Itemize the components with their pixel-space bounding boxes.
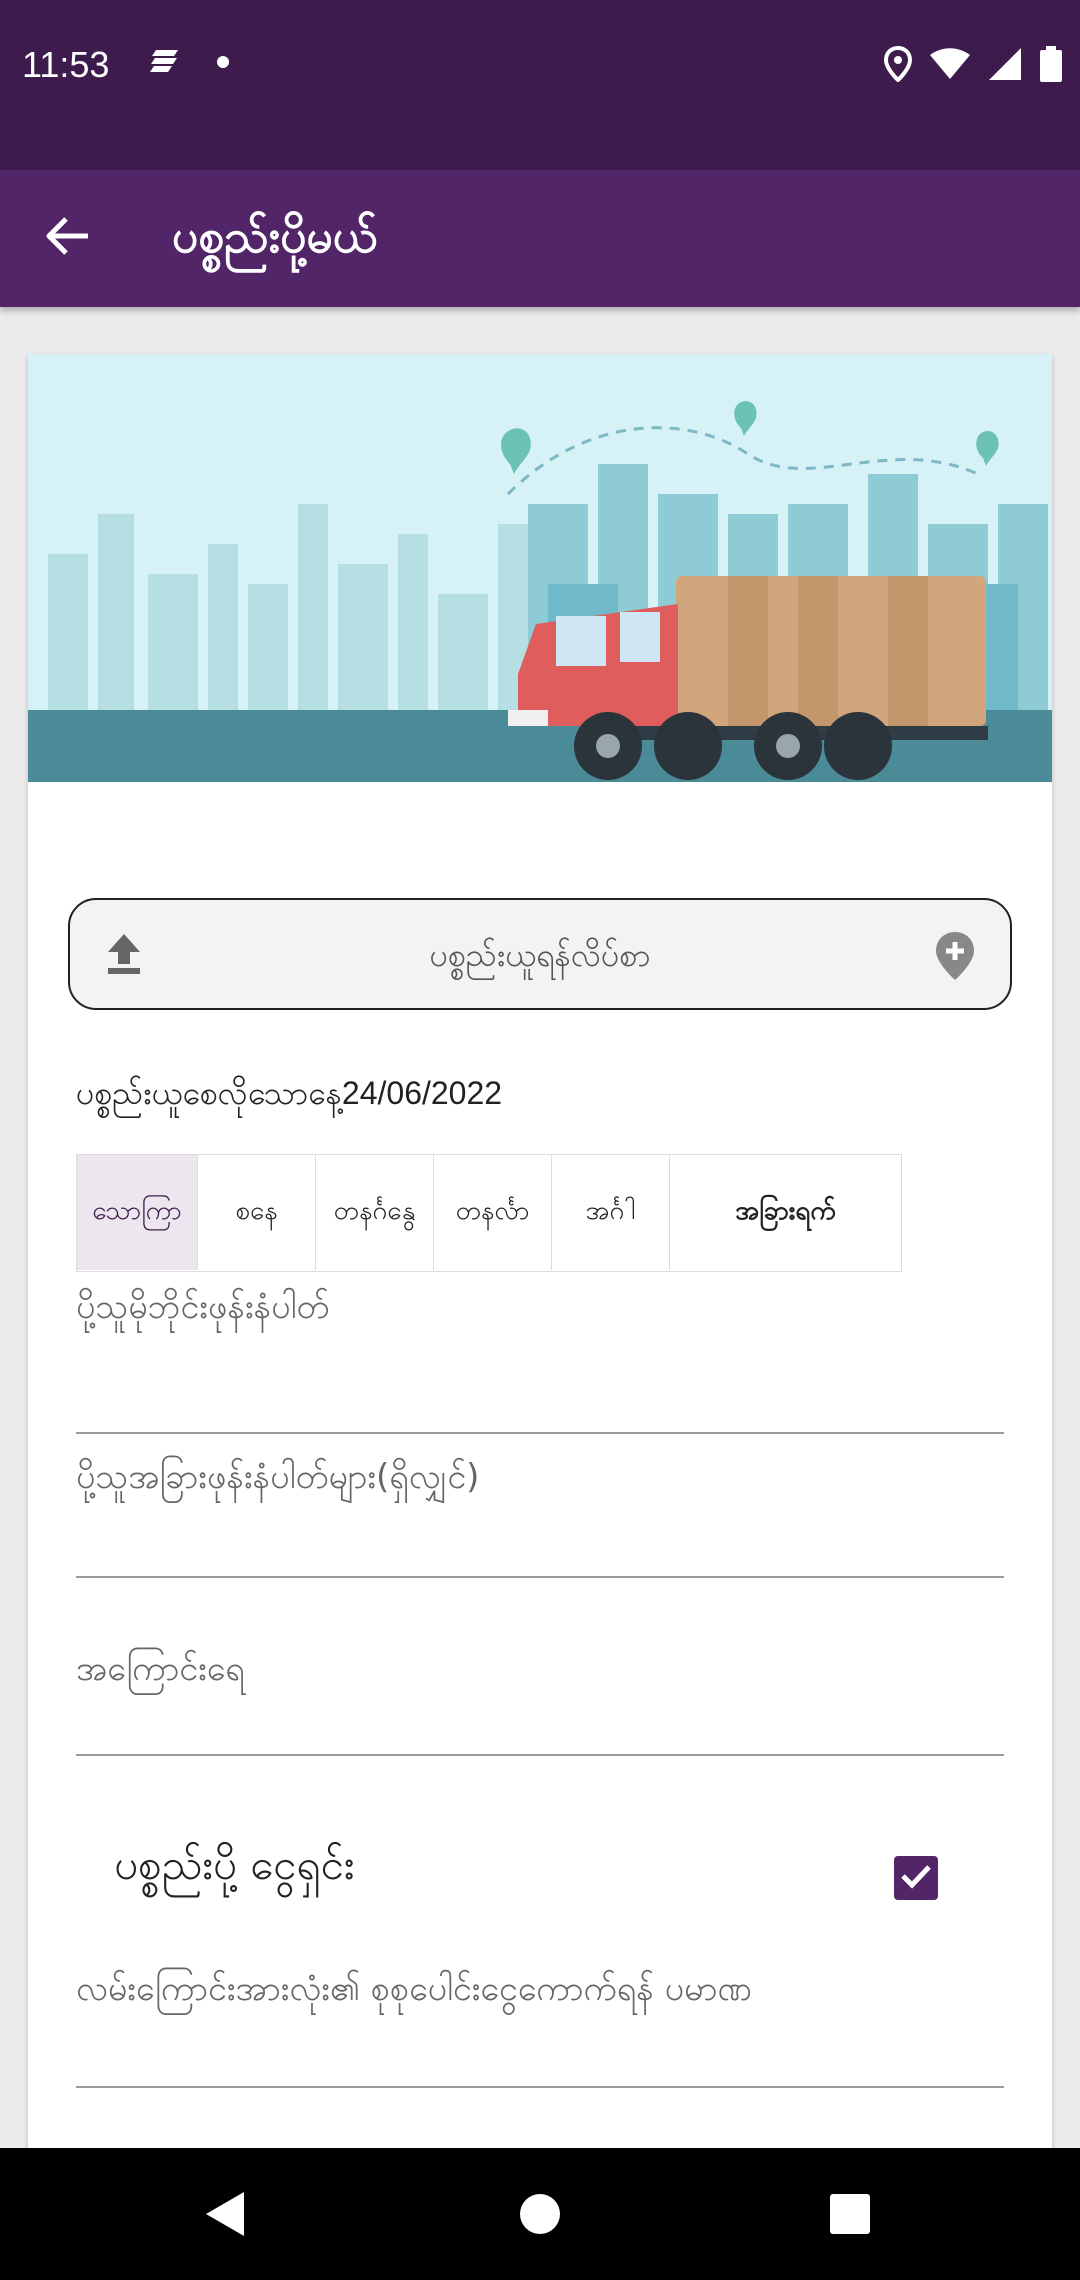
back-triangle-icon[interactable] [196,2184,256,2244]
pickup-date: ပစ္စည်းယူစေလိုသောနေ့24/06/2022 [76,1072,502,1120]
sender-other-phone-field[interactable]: ပို့သူအခြားဖုန်းနံပါတ်များ(ရှိလျှင်) [76,1434,1004,1578]
cod-label: ပစ္စည်းပို့ ငွေရှင်း [114,1840,355,1889]
system-nav-bar [0,2148,1080,2280]
page-title: ပစ္စည်းပို့မယ် [172,209,378,263]
tab-friday[interactable]: သောကြာ [77,1155,198,1270]
pickup-date-label: ပစ္စည်းယူစေလိုသောနေ့ [76,1074,342,1112]
add-circle-icon[interactable] [934,930,976,986]
arrow-left-icon [46,216,90,260]
shipment-form-card: ပစ္စည်းယူရန်လိပ်စာ ပစ္စည်းယူစေလိုသောနေ့2… [28,354,1052,2254]
pickup-date-value: 24/06/2022 [341,1075,503,1111]
status-right-icons [883,45,1062,86]
check-icon [900,1863,932,1893]
tab-saturday[interactable]: စနေ [198,1155,316,1270]
sender-phone-field[interactable]: ပို့သူမိုဘိုင်းဖုန်းနံပါတ် [76,1284,1004,1434]
location-icon [883,45,913,86]
pickup-address-button[interactable]: ပစ္စည်းယူရန်လိပ်စာ [68,898,1012,1010]
tab-other-day[interactable]: အခြားရက် [670,1155,901,1270]
sender-phone-placeholder: ပို့သူမိုဘိုင်းဖုန်းနံပါတ် [76,1287,330,1327]
cod-checkbox[interactable] [894,1856,938,1900]
tab-monday[interactable]: တနင်္လာ [434,1155,552,1270]
delivery-truck-illustration [28,354,1052,782]
back-button[interactable] [36,206,100,270]
status-left-icons [150,48,230,78]
dot-icon [216,54,230,73]
home-circle-icon[interactable] [510,2184,570,2244]
recents-square-icon[interactable] [820,2184,880,2244]
app-bar: ပစ္စည်းပို့မယ် [0,170,1080,307]
pickup-address-label: ပစ္စည်းယူရန်လိပ်စာ [429,936,651,974]
address-field[interactable]: အကြောင်းရေ [76,1578,1004,1756]
signal-icon [988,47,1022,85]
wifi-icon [930,48,970,84]
day-tabs: သောကြာ စနေ တနင်္ဂနွေ တနင်္လာ အင်္ဂါ အခြာ… [76,1154,902,1272]
battery-icon [1040,46,1062,86]
total-amount-field[interactable]: လမ်းကြောင်းအားလုံး၏ စုစုပေါင်းငွေကောက်ရန… [76,1934,1004,2088]
sender-other-phone-placeholder: ပို့သူအခြားဖုန်းနံပါတ်များ(ရှိလျှင်) [76,1457,480,1497]
status-bar: 11:53 [0,0,1080,170]
status-time: 11:53 [22,44,110,85]
tab-tuesday[interactable]: အင်္ဂါ [552,1155,670,1270]
tab-sunday[interactable]: တနင်္ဂနွေ [316,1155,434,1270]
address-placeholder: အကြောင်းရေ [76,1649,245,1689]
notes-icon [150,48,180,78]
total-amount-placeholder: လမ်းကြောင်းအားလုံး၏ စုစုပေါင်းငွေကောက်ရန… [76,1969,752,2009]
